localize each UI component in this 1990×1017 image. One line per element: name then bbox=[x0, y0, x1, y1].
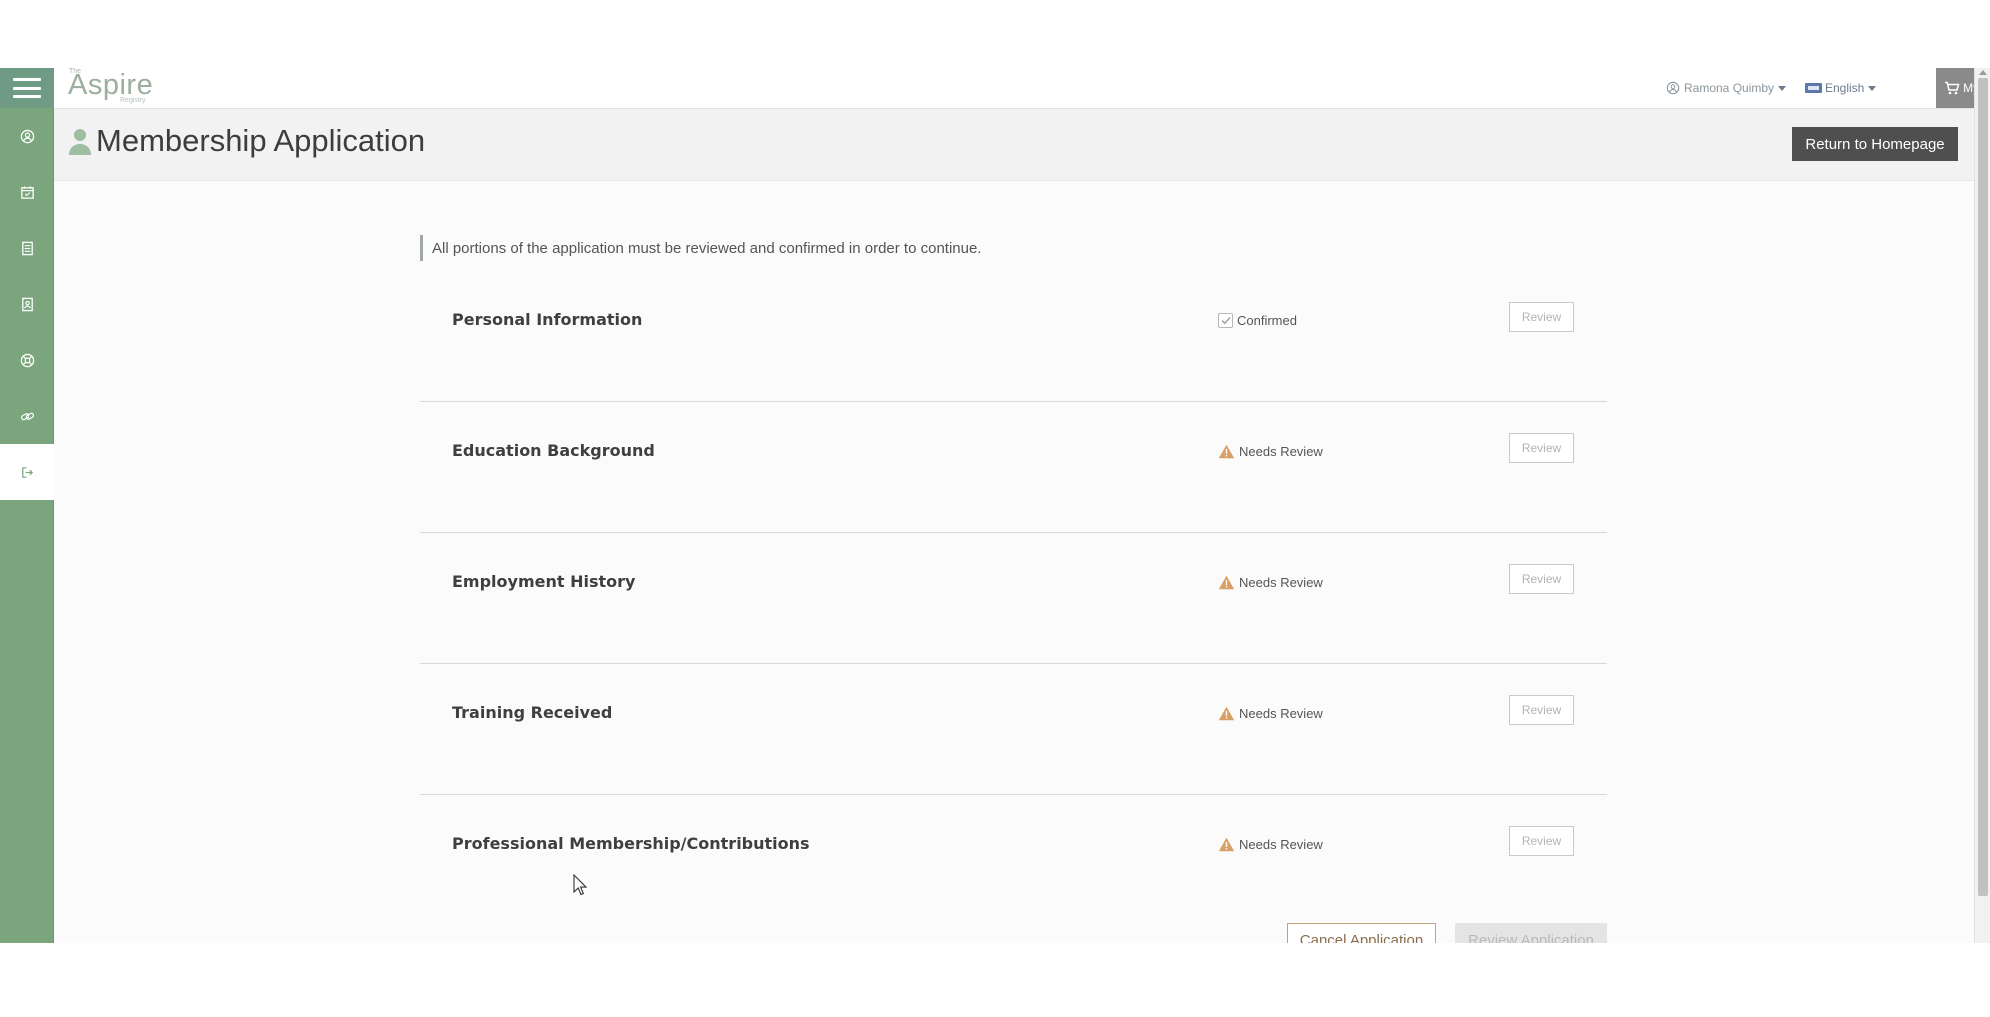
status-text: Confirmed bbox=[1237, 313, 1297, 328]
chevron-down-icon bbox=[1778, 85, 1787, 91]
scroll-up-icon[interactable] bbox=[1979, 70, 1987, 75]
status-text: Needs Review bbox=[1239, 837, 1323, 852]
language-menu[interactable]: English bbox=[1805, 68, 1877, 108]
status-badge: Needs Review bbox=[1218, 837, 1323, 852]
language-icon bbox=[1805, 83, 1822, 93]
scrollbar-thumb[interactable] bbox=[1978, 78, 1988, 896]
page-header: Membership Application Return to Homepag… bbox=[54, 109, 1974, 181]
status-badge: Needs Review bbox=[1218, 575, 1323, 590]
sidebar-item-profile[interactable] bbox=[0, 108, 54, 164]
section-professional-membership: Professional Membership/Contributions Ne… bbox=[420, 795, 1607, 926]
application-notice: All portions of the application must be … bbox=[420, 235, 981, 261]
review-button[interactable]: Review bbox=[1509, 302, 1574, 332]
top-bar: The Aspire Registry Ramona Quimby Englis… bbox=[54, 68, 1990, 109]
warning-icon bbox=[1218, 575, 1235, 590]
status-badge: Needs Review bbox=[1218, 444, 1323, 459]
section-title: Personal Information bbox=[452, 310, 643, 329]
life-ring-icon bbox=[20, 353, 34, 367]
checkbox-checked-icon bbox=[1218, 313, 1233, 328]
chevron-down-icon bbox=[1868, 85, 1877, 91]
user-name: Ramona Quimby bbox=[1684, 81, 1775, 95]
user-menu[interactable]: Ramona Quimby bbox=[1666, 68, 1787, 108]
sidebar-item-calendar[interactable] bbox=[0, 164, 54, 220]
review-button[interactable]: Review bbox=[1509, 826, 1574, 856]
review-button[interactable]: Review bbox=[1509, 564, 1574, 594]
status-badge: Confirmed bbox=[1218, 313, 1297, 328]
status-text: Needs Review bbox=[1239, 444, 1323, 459]
section-personal-information: Personal Information Confirmed Review bbox=[420, 271, 1607, 402]
document-icon bbox=[21, 241, 33, 255]
section-title: Professional Membership/Contributions bbox=[452, 834, 810, 853]
language-label: English bbox=[1825, 81, 1865, 95]
sidebar-item-documents[interactable] bbox=[0, 220, 54, 276]
return-to-homepage-button[interactable]: Return to Homepage bbox=[1792, 127, 1958, 161]
status-badge: Needs Review bbox=[1218, 706, 1323, 721]
shopping-cart-icon bbox=[1945, 81, 1960, 95]
section-title: Training Received bbox=[452, 703, 613, 722]
section-education-background: Education Background Needs Review Review bbox=[420, 402, 1607, 533]
sidebar-item-logout[interactable] bbox=[0, 444, 54, 500]
mouse-cursor-icon bbox=[573, 874, 588, 896]
calendar-icon bbox=[20, 185, 34, 199]
sidebar-item-support[interactable] bbox=[0, 332, 54, 388]
app-window: The Aspire Registry Ramona Quimby Englis… bbox=[0, 68, 1990, 943]
user-circle-icon bbox=[20, 129, 34, 143]
section-title: Employment History bbox=[452, 572, 636, 591]
warning-icon bbox=[1218, 706, 1235, 721]
user-circle-icon bbox=[1666, 81, 1680, 95]
review-button[interactable]: Review bbox=[1509, 695, 1574, 725]
sidebar bbox=[0, 68, 54, 943]
section-training-received: Training Received Needs Review Review bbox=[420, 664, 1607, 795]
sidebar-item-links[interactable] bbox=[0, 388, 54, 444]
sign-out-icon bbox=[21, 466, 33, 478]
review-button[interactable]: Review bbox=[1509, 433, 1574, 463]
vertical-scrollbar[interactable] bbox=[1974, 68, 1990, 943]
cancel-application-button[interactable]: Cancel Application bbox=[1287, 923, 1436, 943]
section-title: Education Background bbox=[452, 441, 655, 460]
status-text: Needs Review bbox=[1239, 575, 1323, 590]
review-application-button[interactable]: Review Application bbox=[1455, 923, 1607, 943]
address-book-icon bbox=[21, 297, 33, 311]
menu-toggle-button[interactable] bbox=[0, 68, 54, 108]
page-title-group: Membership Application bbox=[68, 123, 425, 159]
hamburger-icon bbox=[13, 78, 41, 98]
sidebar-item-contacts[interactable] bbox=[0, 276, 54, 332]
link-icon bbox=[20, 412, 34, 420]
section-employment-history: Employment History Needs Review Review bbox=[420, 533, 1607, 664]
status-text: Needs Review bbox=[1239, 706, 1323, 721]
page-title: Membership Application bbox=[96, 123, 426, 158]
warning-icon bbox=[1218, 837, 1235, 852]
warning-icon bbox=[1218, 444, 1235, 459]
user-icon bbox=[69, 129, 91, 155]
logo-suffix: Registry bbox=[120, 97, 146, 104]
